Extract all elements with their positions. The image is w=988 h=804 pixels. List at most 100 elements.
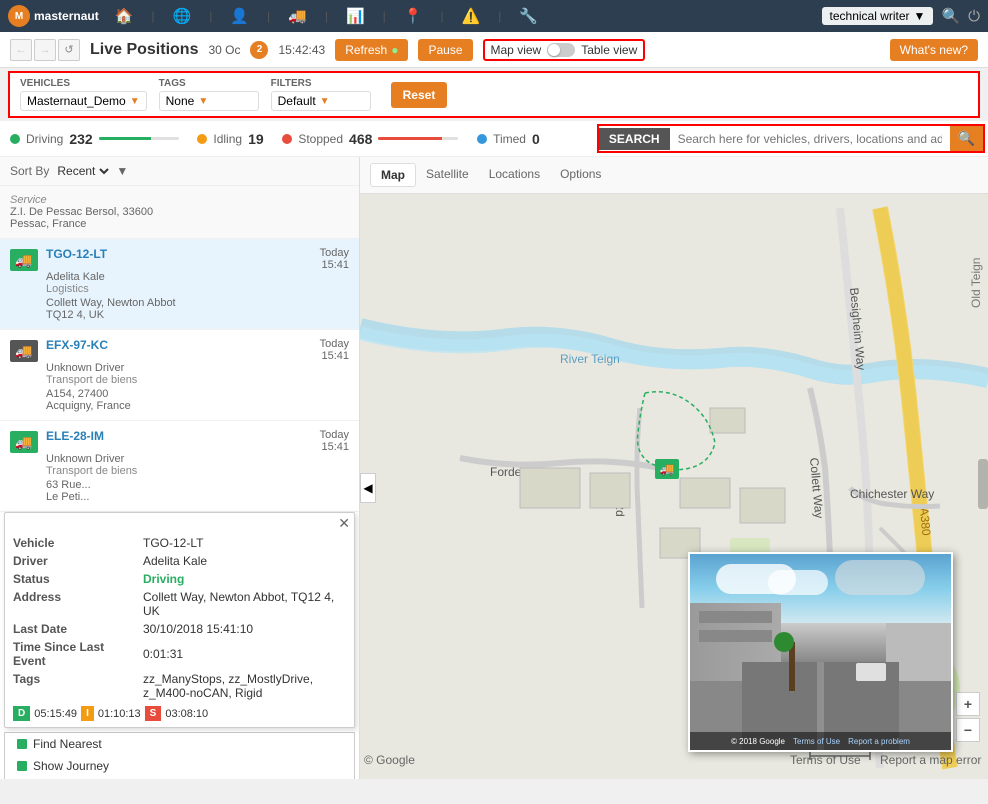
vehicle-time: 15:41 xyxy=(320,441,349,453)
forward-button[interactable]: → xyxy=(34,39,56,61)
filters-value: Default xyxy=(278,94,316,108)
settings-header-icon[interactable]: ⏻ xyxy=(968,8,980,25)
back-button[interactable]: ← xyxy=(10,39,32,61)
filters-label: FILTERS xyxy=(271,78,371,89)
list-item[interactable]: Service Z.I. De Pessac Bersol, 33600 Pes… xyxy=(0,186,359,239)
vehicle-name: EFX-97-KC xyxy=(46,338,108,362)
vehicle-list: Sort By Recent ▼ Service Z.I. De Pessac … xyxy=(0,157,360,779)
stopped-value: 468 xyxy=(349,131,372,147)
tags-filter: TAGS None ▼ xyxy=(159,78,259,111)
vehicle-time: 15:41 xyxy=(320,259,349,271)
toolbar: ← → ↺ Live Positions 30 Oc 2 15:42:43 Re… xyxy=(0,32,988,68)
list-item[interactable]: 🚚 TGO-12-LT Today 15:41 Adelita Kale Log… xyxy=(0,239,359,330)
filters-select[interactable]: Default ▼ xyxy=(271,91,371,111)
vehicle-date: Today xyxy=(320,429,349,441)
table-row: Last Date 30/10/2018 15:41:10 xyxy=(5,620,354,638)
truck-icon[interactable]: 🚚 xyxy=(284,7,311,25)
driving-bar xyxy=(99,137,179,140)
vehicle-driver: Unknown Driver xyxy=(46,453,349,465)
search-bar: SEARCH 🔍 xyxy=(597,124,985,153)
tab-locations[interactable]: Locations xyxy=(479,163,550,187)
vehicle-time: 15:41 xyxy=(320,350,349,362)
street-view-panel: © 2018 Google Terms of Use Report a prob… xyxy=(688,552,953,752)
tab-satellite[interactable]: Satellite xyxy=(416,163,479,187)
vehicles-arrow: ▼ xyxy=(130,96,140,107)
table-row: Time Since Last Event 0:01:31 xyxy=(5,638,354,670)
badge-s: S xyxy=(145,706,162,721)
tab-options[interactable]: Options xyxy=(550,163,611,187)
map-controls: + − xyxy=(956,692,980,742)
zoom-in-button[interactable]: + xyxy=(956,692,980,716)
street-view-image: © 2018 Google Terms of Use Report a prob… xyxy=(690,554,951,750)
person-icon[interactable]: 👤 xyxy=(226,7,253,25)
tags-value: None xyxy=(166,94,195,108)
refresh-dot: ● xyxy=(391,43,398,57)
page-title: Live Positions xyxy=(90,41,198,59)
globe-icon[interactable]: 🌐 xyxy=(169,7,196,25)
context-find-nearest[interactable]: Find Nearest xyxy=(5,733,354,755)
filters-arrow: ▼ xyxy=(320,96,330,107)
popup-lastdate-label: Last Date xyxy=(5,620,135,638)
find-nearest-icon xyxy=(17,739,27,749)
map-area: Map Satellite Locations Options River Te… xyxy=(360,157,988,779)
search-button[interactable]: 🔍 xyxy=(950,126,983,151)
table-row: Address Collett Way, Newton Abbot, TQ12 … xyxy=(5,588,354,620)
tags-arrow: ▼ xyxy=(198,96,208,107)
vehicle-category: Transport de biens xyxy=(46,465,349,477)
stopped-dot xyxy=(282,134,292,144)
tags-select[interactable]: None ▼ xyxy=(159,91,259,111)
view-toggle-switch[interactable] xyxy=(547,43,575,57)
driving-value: 232 xyxy=(69,131,92,147)
home-icon[interactable]: 🏠 xyxy=(111,7,138,25)
reload-button[interactable]: ↺ xyxy=(58,39,80,61)
stopped-label: Stopped xyxy=(298,132,343,146)
user-dropdown[interactable]: technical writer ▼ xyxy=(822,7,934,25)
vehicle-address: Collett Way, Newton AbbotTQ12 4, UK xyxy=(46,297,349,321)
map-container[interactable]: River Teign Old Teign A380 Besigheim Way… xyxy=(360,194,988,779)
whats-new-button[interactable]: What's new? xyxy=(890,39,978,61)
context-whos-been[interactable]: Who's Been There? xyxy=(5,777,354,779)
list-item[interactable]: 🚚 EFX-97-KC Today 15:41 Unknown Driver T… xyxy=(0,330,359,421)
sv-terms: Terms of Use xyxy=(793,737,840,746)
vehicle-address1: Z.I. De Pessac Bersol, 33600 xyxy=(10,206,349,218)
table-view-label[interactable]: Table view xyxy=(581,43,637,57)
location-icon[interactable]: 📍 xyxy=(400,7,427,25)
nav-arrows: ← → ↺ xyxy=(10,39,80,61)
context-show-journey[interactable]: Show Journey xyxy=(5,755,354,777)
logo: M masternaut xyxy=(8,5,99,27)
chart-icon[interactable]: 📊 xyxy=(342,7,369,25)
vehicles-select[interactable]: Masternaut_Demo ▼ xyxy=(20,91,147,111)
vehicle-name: ELE-28-IM xyxy=(46,429,104,453)
popup-close-button[interactable]: ✕ xyxy=(338,515,350,532)
timed-label: Timed xyxy=(493,132,526,146)
vehicle-driver: Adelita Kale xyxy=(46,271,349,283)
wrench-icon[interactable]: 🔧 xyxy=(515,7,542,25)
reset-button[interactable]: Reset xyxy=(391,82,448,108)
vehicle-date: Today xyxy=(320,247,349,259)
popup-table: Vehicle TGO-12-LT Driver Adelita Kale St… xyxy=(5,534,354,702)
map-view-label[interactable]: Map view xyxy=(491,43,542,57)
zoom-out-button[interactable]: − xyxy=(956,718,980,742)
search-header-icon[interactable]: 🔍 xyxy=(941,7,960,25)
map-vehicle-marker[interactable]: 🚚 xyxy=(655,459,679,479)
popup-address-label: Address xyxy=(5,588,135,620)
pause-button[interactable]: Pause xyxy=(418,39,472,61)
stopped-progress xyxy=(378,137,442,140)
badge-i-time: 01:10:13 xyxy=(98,708,141,720)
popup-address-value: Collett Way, Newton Abbot, TQ12 4, UK xyxy=(135,588,354,620)
list-item[interactable]: 🚚 ELE-28-IM Today 15:41 Unknown Driver T… xyxy=(0,421,359,512)
warning-icon[interactable]: ⚠️ xyxy=(458,7,485,25)
refresh-button[interactable]: Refresh ● xyxy=(335,39,408,61)
search-input[interactable] xyxy=(670,128,950,150)
svg-text:Report a map error: Report a map error xyxy=(880,753,981,767)
stats-search-bar: Driving 232 Idling 19 Stopped 468 Timed … xyxy=(0,121,988,157)
stats-bar: Driving 232 Idling 19 Stopped 468 Timed … xyxy=(0,121,594,156)
sort-select[interactable]: Recent xyxy=(53,163,112,179)
svg-text:Terms of Use: Terms of Use xyxy=(790,753,861,767)
vehicle-address: A154, 27400Acquigny, France xyxy=(46,388,349,412)
map-scrollbar[interactable] xyxy=(978,459,988,509)
tab-map[interactable]: Map xyxy=(370,163,416,187)
vehicle-icon-truck: 🚚 xyxy=(10,338,38,412)
svg-text:Chichester Way: Chichester Way xyxy=(850,487,934,501)
map-nav-arrow[interactable]: ◀ xyxy=(360,473,376,503)
